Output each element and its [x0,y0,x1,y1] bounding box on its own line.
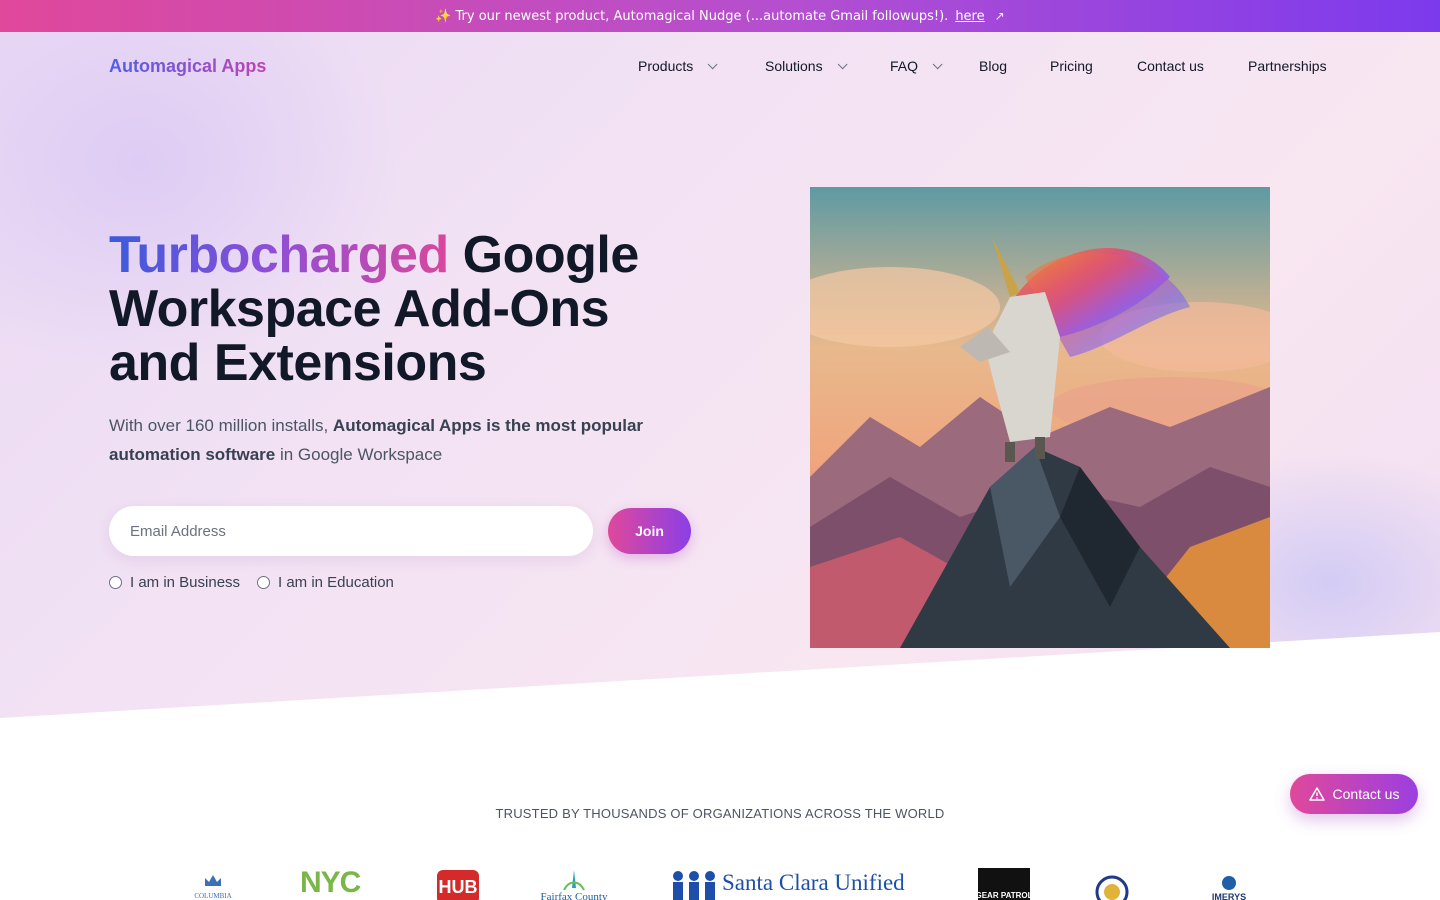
join-button[interactable]: Join [608,508,691,554]
chevron-down-icon [837,58,848,69]
subtext-suffix: in Google Workspace [275,445,443,464]
announcement-bar: ✨ Try our newest product, Automagical Nu… [0,0,1440,32]
nav-contact[interactable]: Contact us [1137,58,1204,74]
radio-education-label: I am in Education [278,574,394,591]
radio-circle-icon[interactable] [109,576,122,589]
nav-faq-label: FAQ [890,58,919,74]
nav-partnerships[interactable]: Partnerships [1248,58,1327,74]
fab-label: Contact us [1332,786,1400,802]
imerys-logo-text: IMERYS [1212,892,1246,900]
hero-unicorn-image [810,187,1270,648]
columbia-logo-text: COLUMBIA [194,892,231,900]
nav-faq[interactable]: FAQ [890,58,943,74]
radio-business-label: I am in Business [130,574,241,591]
fairfax-county-logo: Fairfax County [541,870,608,900]
fairfax-logo-text: Fairfax County [541,891,608,900]
radio-business[interactable]: I am in Business [109,574,240,591]
nav-pricing-label: Pricing [1050,58,1093,74]
santa-clara-logo-text: Santa Clara Unified [722,870,905,895]
warning-triangle-icon [1308,787,1325,801]
nav-blog-label: Blog [979,58,1008,74]
nyc-logo: NYC [300,866,361,899]
santa-clara-logo: Santa Clara Unified [673,870,905,900]
nav-contact-label: Contact us [1137,58,1204,74]
radio-education[interactable]: I am in Education [257,574,394,591]
sparkles-icon: ✨ [435,8,452,24]
hero-headline: Turbocharged Google Workspace Add-Ons an… [109,228,709,390]
imerys-logo: IMERYS [1212,876,1246,900]
nav-products-label: Products [638,58,694,74]
hero-subtext: With over 160 million installs, Automagi… [109,411,669,469]
chevron-down-icon [707,58,718,69]
headline-highlight: Turbocharged [109,226,449,284]
nav-blog[interactable]: Blog [979,58,1007,74]
nav-products[interactable]: Products [638,58,718,74]
email-input[interactable] [109,506,593,556]
radio-circle-icon[interactable] [257,576,270,589]
gear-patrol-logo-text: GEAR PATROL [978,891,1030,900]
announcement-link[interactable]: here [955,9,984,24]
hub-logo: HUB [437,870,479,900]
logo-strip: COLUMBIA NYC HUB Fairfax County Santa Cl… [0,860,1440,900]
external-arrow-icon: ↗ [994,9,1005,23]
subtext-prefix: With over 160 million installs, [109,416,333,435]
trusted-heading: TRUSTED BY THOUSANDS OF ORGANIZATIONS AC… [495,806,945,821]
gear-patrol-logo: GEAR PATROL [978,868,1030,900]
nav-pricing[interactable]: Pricing [1050,58,1093,74]
contact-us-floating-button[interactable]: Contact us [1290,774,1418,814]
main-nav: Products Solutions FAQ Blog Pricing Cont… [0,58,1440,78]
seal-logo [1095,875,1129,900]
chevron-down-icon [932,58,943,69]
nav-solutions[interactable]: Solutions [765,58,848,74]
columbia-logo: COLUMBIA [194,875,232,900]
nav-partnerships-label: Partnerships [1248,58,1327,74]
announcement-text: Try our newest product, Automagical Nudg… [455,8,949,24]
nav-solutions-label: Solutions [765,58,823,74]
